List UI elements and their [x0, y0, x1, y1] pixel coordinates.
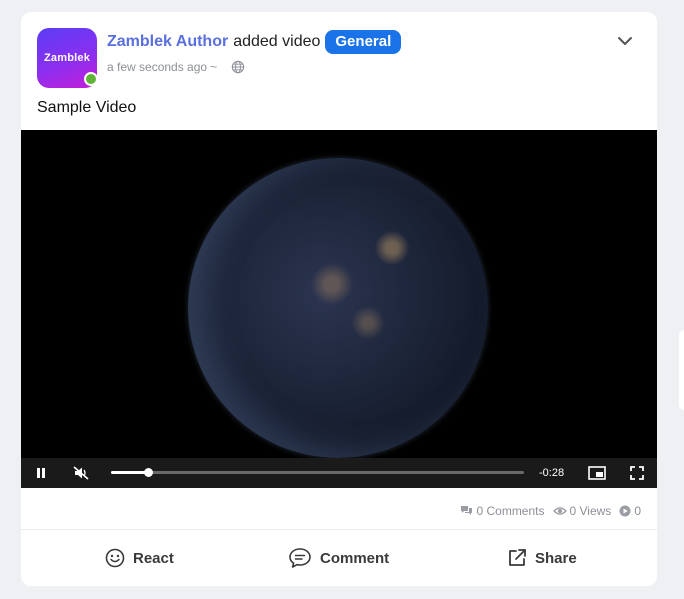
smiley-icon — [105, 548, 125, 568]
globe-icon — [231, 60, 245, 74]
react-button[interactable]: React — [105, 530, 174, 586]
eye-icon — [552, 506, 567, 515]
comment-label: Comment — [320, 549, 390, 567]
video-player[interactable]: -0:28 — [21, 130, 657, 488]
post-body-text: Sample Video — [37, 99, 137, 116]
post-meta: a few seconds ago ~ — [107, 60, 245, 74]
post-actions: React Comment Share — [21, 530, 657, 586]
post-stats: 0 Comments 0 Views 0 — [21, 498, 657, 523]
volume-muted-icon — [73, 466, 89, 480]
picture-in-picture-icon — [588, 466, 606, 480]
chevron-down-icon[interactable] — [617, 34, 633, 48]
category-badge[interactable]: General — [325, 30, 402, 54]
plays-stat: 0 — [619, 504, 641, 518]
fullscreen-icon — [630, 466, 644, 480]
video-progress-bar[interactable] — [111, 468, 524, 477]
share-label: Share — [535, 549, 577, 567]
progress-handle[interactable] — [144, 468, 154, 477]
views-count: 0 Views — [569, 503, 612, 518]
share-external-icon — [509, 549, 526, 566]
post-headline: Zamblek Author added video General — [107, 30, 402, 54]
video-controls-bar: -0:28 — [21, 458, 657, 488]
post-timestamp: a few seconds ago — [107, 60, 208, 74]
play-circle-icon — [619, 505, 631, 516]
fullscreen-button[interactable] — [627, 458, 647, 488]
meta-separator: ~ — [210, 60, 218, 74]
adjacent-panel-edge — [679, 330, 684, 410]
picture-in-picture-button[interactable] — [587, 458, 607, 488]
views-stat: 0 Views — [552, 503, 612, 518]
react-label: React — [133, 549, 174, 567]
post-card: Zamblek Zamblek Author added video Gener… — [21, 12, 657, 586]
comments-stat[interactable]: 0 Comments — [460, 503, 545, 518]
author-name-link[interactable]: Zamblek Author — [107, 33, 228, 51]
comment-button[interactable]: Comment — [288, 530, 389, 586]
progress-fill — [111, 471, 149, 474]
unmute-button[interactable] — [71, 458, 91, 488]
video-frame-earth — [188, 158, 488, 458]
pause-icon — [37, 468, 45, 478]
speech-bubble-icon — [289, 548, 311, 568]
comments-count: 0 Comments — [476, 503, 545, 518]
comments-icon — [461, 506, 473, 515]
post-action-text: added video — [233, 33, 321, 50]
plays-count: 0 — [634, 503, 641, 518]
pause-button[interactable] — [31, 458, 51, 488]
online-status-dot — [84, 72, 98, 86]
time-remaining: -0:28 — [539, 467, 565, 479]
share-button[interactable]: Share — [507, 530, 577, 586]
avatar-text: Zamblek — [43, 52, 91, 64]
